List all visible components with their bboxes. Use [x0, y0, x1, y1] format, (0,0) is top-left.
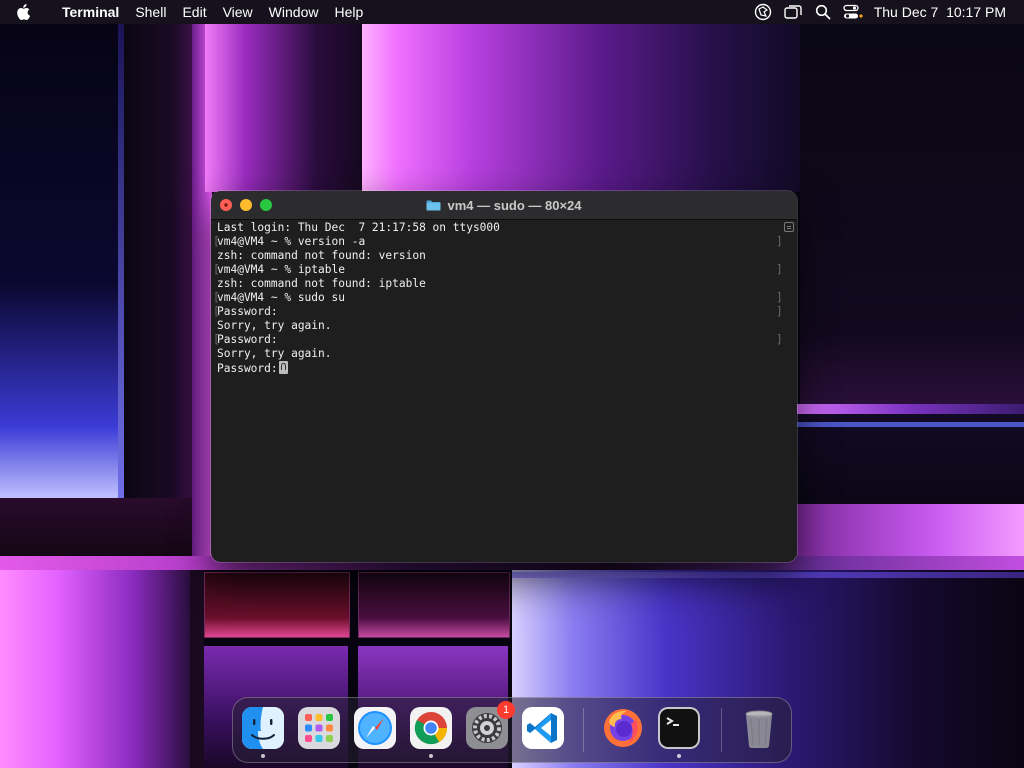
- wallpaper-panel: [797, 504, 1024, 562]
- menu-edit[interactable]: Edit: [174, 0, 214, 24]
- dock: 1: [232, 697, 792, 763]
- wallpaper-panel: [0, 498, 192, 562]
- scroll-marker-icon[interactable]: [784, 222, 794, 232]
- wallpaper-panel: [358, 572, 510, 638]
- terminal-line: [vm4@VM4 ~ % version -a]: [213, 235, 783, 248]
- wallpaper-panel: [362, 24, 800, 192]
- key-cursor-icon: [278, 361, 288, 374]
- finder-icon[interactable]: [241, 706, 285, 758]
- menu-bar: Terminal Shell Edit View Window Help Thu…: [0, 0, 1024, 24]
- wallpaper-panel: [797, 404, 1024, 414]
- running-indicator: [261, 754, 265, 758]
- running-indicator: [429, 754, 433, 758]
- wallpaper-panel: [800, 24, 1024, 408]
- menu-window[interactable]: Window: [261, 0, 327, 24]
- firefox-icon[interactable]: [601, 706, 645, 750]
- terminal-line: Last login: Thu Dec 7 21:17:58 on ttys00…: [217, 221, 500, 234]
- wallpaper-panel: [124, 24, 192, 564]
- apple-icon[interactable]: [0, 4, 54, 20]
- window-title: vm4 — sudo — 80×24: [447, 197, 582, 213]
- menu-view[interactable]: View: [215, 0, 261, 24]
- terminal-window[interactable]: vm4 — sudo — 80×24 Last login: Thu Dec 7…: [211, 191, 797, 562]
- terminal-line: [vm4@VM4 ~ % iptable]: [213, 263, 783, 276]
- trash-icon[interactable]: [737, 706, 781, 750]
- wallpaper-panel: [512, 572, 1024, 578]
- settings-icon[interactable]: 1: [465, 701, 515, 750]
- vpn-icon[interactable]: [748, 0, 778, 24]
- window-title-group: vm4 — sudo — 80×24: [211, 191, 797, 219]
- menu-shell[interactable]: Shell: [127, 0, 174, 24]
- screen-mirroring-icon[interactable]: [778, 0, 808, 24]
- terminal-line: [Password:]: [213, 333, 783, 346]
- terminal-line: Sorry, try again.: [217, 319, 332, 332]
- wallpaper-panel: [190, 570, 204, 768]
- wallpaper-panel: [0, 24, 124, 498]
- terminal-line: zsh: command not found: version: [217, 249, 426, 262]
- chrome-icon[interactable]: [409, 706, 453, 758]
- wallpaper-panel: [797, 422, 1024, 427]
- terminal-line: Password:: [217, 361, 781, 375]
- terminal-line: [vm4@VM4 ~ % sudo su]: [213, 291, 783, 304]
- wallpaper-panel: [0, 570, 190, 768]
- wallpaper-panel: [797, 414, 1024, 504]
- notification-badge: 1: [497, 701, 515, 719]
- folder-icon: [426, 200, 441, 210]
- running-indicator: [677, 754, 681, 758]
- terminal-icon[interactable]: [657, 706, 701, 758]
- vscode-icon[interactable]: [521, 706, 565, 750]
- terminal-output[interactable]: Last login: Thu Dec 7 21:17:58 on ttys00…: [213, 221, 783, 562]
- wallpaper-panel: [204, 572, 350, 638]
- menu-clock[interactable]: Thu Dec 7 10:17 PM: [868, 0, 1024, 24]
- title-bar[interactable]: vm4 — sudo — 80×24: [211, 191, 797, 220]
- menu-app-name[interactable]: Terminal: [54, 0, 127, 24]
- launchpad-icon[interactable]: [297, 706, 341, 750]
- menu-help[interactable]: Help: [326, 0, 371, 24]
- dock-separator: [721, 708, 722, 752]
- control-center-icon[interactable]: [838, 0, 868, 24]
- safari-icon[interactable]: [353, 706, 397, 750]
- dock-separator: [583, 708, 584, 752]
- terminal-line: [Password:]: [213, 305, 783, 318]
- wallpaper-panel: [205, 24, 365, 192]
- search-icon[interactable]: [808, 0, 838, 24]
- terminal-line: zsh: command not found: iptable: [217, 277, 426, 290]
- terminal-line: Sorry, try again.: [217, 347, 332, 360]
